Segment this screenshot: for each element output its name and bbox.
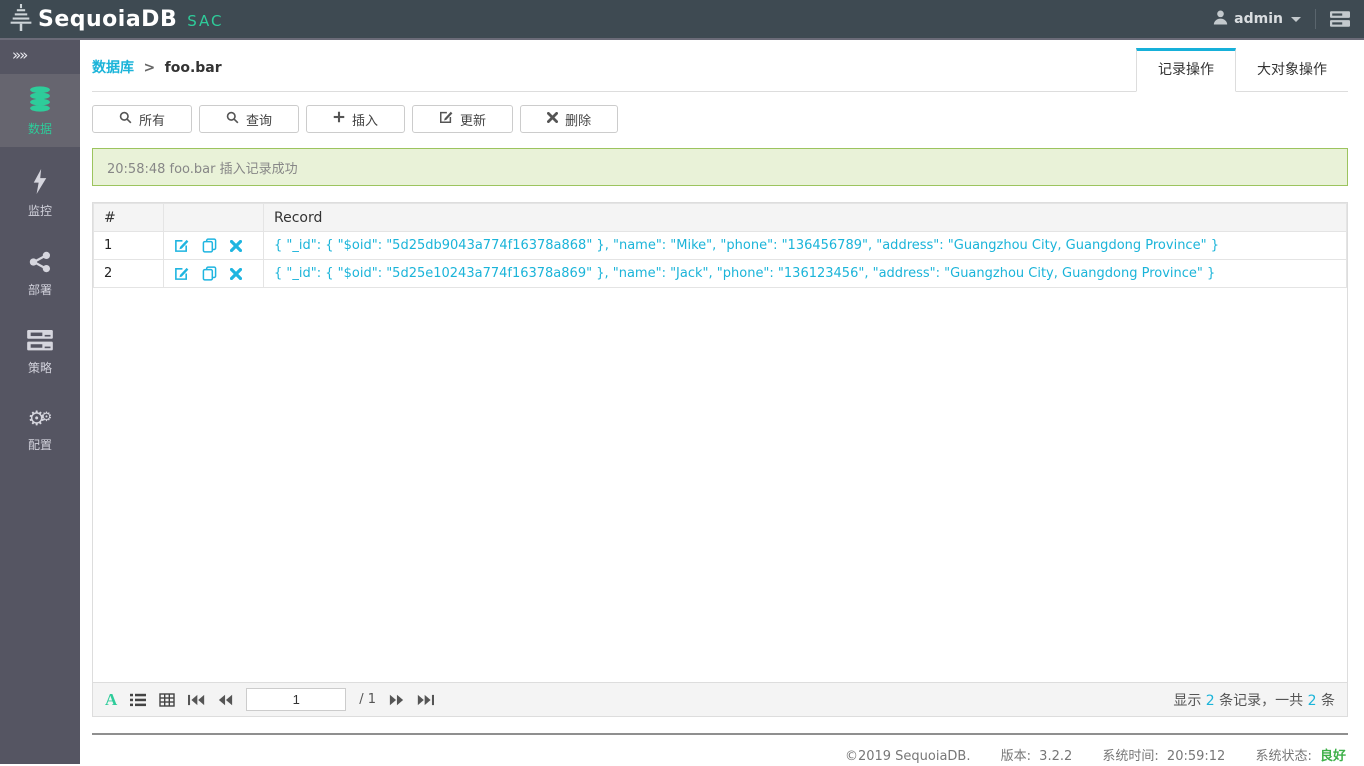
main-content: 数据库 > foo.bar 记录操作 大对象操作 所有 查询 插入 更新 删除 … — [80, 40, 1364, 764]
sidebar-item-label: 配置 — [27, 438, 52, 452]
table-header-row: # Record — [93, 203, 1347, 232]
gears-icon: ⚙⚙ — [27, 406, 53, 430]
servers-icon[interactable] — [1330, 11, 1350, 27]
record-count-summary: 显示 2 条记录，一共 2 条 — [1173, 692, 1335, 709]
plus-icon — [333, 111, 345, 127]
prev-page-icon[interactable] — [218, 693, 233, 707]
page-total-label: / 1 — [359, 692, 377, 707]
lightning-icon — [32, 169, 48, 198]
breadcrumb-current: foo.bar — [164, 60, 222, 76]
pagination-bar: A / 1 — [93, 682, 1347, 716]
grid-empty-area — [93, 288, 1347, 682]
page-footer: ©2019 SequoiaDB. 版本: 3.2.2 系统时间: 20:59:1… — [92, 735, 1348, 764]
brand-suffix: SAC — [187, 12, 224, 30]
update-button[interactable]: 更新 — [412, 105, 514, 133]
sidebar: »» 数据 监控 部署 策略 ⚙⚙ 配置 — [0, 40, 80, 764]
page-number-input[interactable] — [246, 688, 347, 711]
version-label: 版本: — [1000, 749, 1032, 764]
x-icon — [547, 111, 559, 127]
delete-button[interactable]: 删除 — [520, 105, 619, 133]
sidebar-item-label: 策略 — [27, 361, 52, 375]
edit-icon — [439, 110, 453, 128]
shown-count: 2 — [1205, 692, 1215, 709]
app-header: SequoiaDB SAC admin — [0, 0, 1364, 40]
list-view-icon[interactable] — [130, 693, 147, 707]
search-icon — [226, 111, 239, 128]
sequoia-tree-icon — [8, 3, 34, 35]
next-page-icon[interactable] — [389, 693, 404, 707]
servers-stack-icon — [27, 330, 53, 355]
query-button[interactable]: 查询 — [199, 105, 300, 133]
sidebar-item-config[interactable]: ⚙⚙ 配置 — [0, 396, 80, 463]
brand-name: SequoiaDB — [38, 6, 178, 32]
success-alert: 20:58:48 foo.bar 插入记录成功 — [92, 148, 1348, 186]
column-header-record: Record — [263, 203, 1347, 232]
column-header-index: # — [93, 203, 164, 232]
insert-button[interactable]: 插入 — [306, 105, 406, 133]
sidebar-item-monitor[interactable]: 监控 — [0, 157, 80, 229]
records-grid: # Record 1 {"_id": {"$oid": "5d25db904… — [92, 202, 1348, 717]
toolbar: 所有 查询 插入 更新 删除 — [92, 105, 1348, 133]
system-time-label: 系统时间: — [1102, 749, 1159, 764]
column-header-actions — [163, 203, 264, 232]
row-index: 1 — [93, 231, 164, 260]
last-page-icon[interactable] — [417, 693, 435, 707]
sidebar-item-strategy[interactable]: 策略 — [0, 318, 80, 386]
breadcrumb-separator: > — [143, 60, 156, 76]
edit-record-icon[interactable] — [174, 238, 189, 253]
search-icon — [119, 111, 132, 128]
user-icon — [1213, 10, 1228, 29]
grid-view-icon[interactable] — [159, 692, 175, 707]
header-divider — [1315, 9, 1316, 29]
sidebar-item-data[interactable]: 数据 — [0, 74, 80, 147]
row-index: 2 — [93, 259, 164, 288]
user-menu[interactable]: admin — [1213, 10, 1301, 29]
breadcrumb-database-link[interactable]: 数据库 — [92, 60, 134, 76]
delete-record-icon[interactable] — [230, 267, 242, 280]
sidebar-item-label: 部署 — [27, 283, 52, 297]
breadcrumb: 数据库 > foo.bar — [92, 57, 222, 91]
user-name: admin — [1234, 11, 1283, 27]
alert-message: 20:58:48 foo.bar 插入记录成功 — [107, 161, 298, 177]
record-json: { "_id": { "$oid": "5d25e10243a774f16378… — [263, 259, 1347, 288]
copyright: ©2019 SequoiaDB. — [844, 749, 971, 764]
database-icon — [26, 86, 54, 116]
table-row: 2 {"_id": {"$oid": "5d25e10243a774f163… — [93, 259, 1347, 288]
share-icon — [29, 251, 51, 277]
version-value: 3.2.2 — [1039, 749, 1073, 764]
chevron-down-icon — [1291, 16, 1301, 22]
system-status-value: 良好 — [1319, 749, 1346, 764]
tab-lob-operations[interactable]: 大对象操作 — [1236, 48, 1348, 92]
sidebar-item-label: 监控 — [27, 204, 52, 218]
tab-record-operations[interactable]: 记录操作 — [1136, 48, 1236, 92]
edit-record-icon[interactable] — [174, 266, 189, 281]
records-table: # Record 1 {"_id": {"$oid": "5d25db904… — [93, 203, 1347, 288]
system-status-label: 系统状态: — [1255, 749, 1312, 764]
record-json: { "_id": { "$oid": "5d25db9043a774f16378… — [263, 231, 1347, 260]
system-time-value: 20:59:12 — [1166, 749, 1226, 764]
font-toggle-icon[interactable]: A — [105, 691, 117, 708]
tabs: 记录操作 大对象操作 — [1136, 48, 1348, 92]
copy-record-icon[interactable] — [202, 266, 217, 281]
all-button[interactable]: 所有 — [92, 105, 193, 133]
delete-record-icon[interactable] — [230, 239, 242, 252]
table-row: 1 {"_id": {"$oid": "5d25db9043a774f163… — [93, 231, 1347, 260]
total-count: 2 — [1307, 692, 1317, 709]
sidebar-item-deploy[interactable]: 部署 — [0, 239, 80, 308]
sidebar-item-label: 数据 — [27, 122, 52, 136]
copy-record-icon[interactable] — [202, 238, 217, 253]
expand-sidebar-icon[interactable]: »» — [0, 40, 80, 74]
brand: SequoiaDB SAC — [8, 3, 224, 35]
first-page-icon[interactable] — [188, 693, 205, 707]
topbar: 数据库 > foo.bar 记录操作 大对象操作 — [92, 40, 1348, 92]
